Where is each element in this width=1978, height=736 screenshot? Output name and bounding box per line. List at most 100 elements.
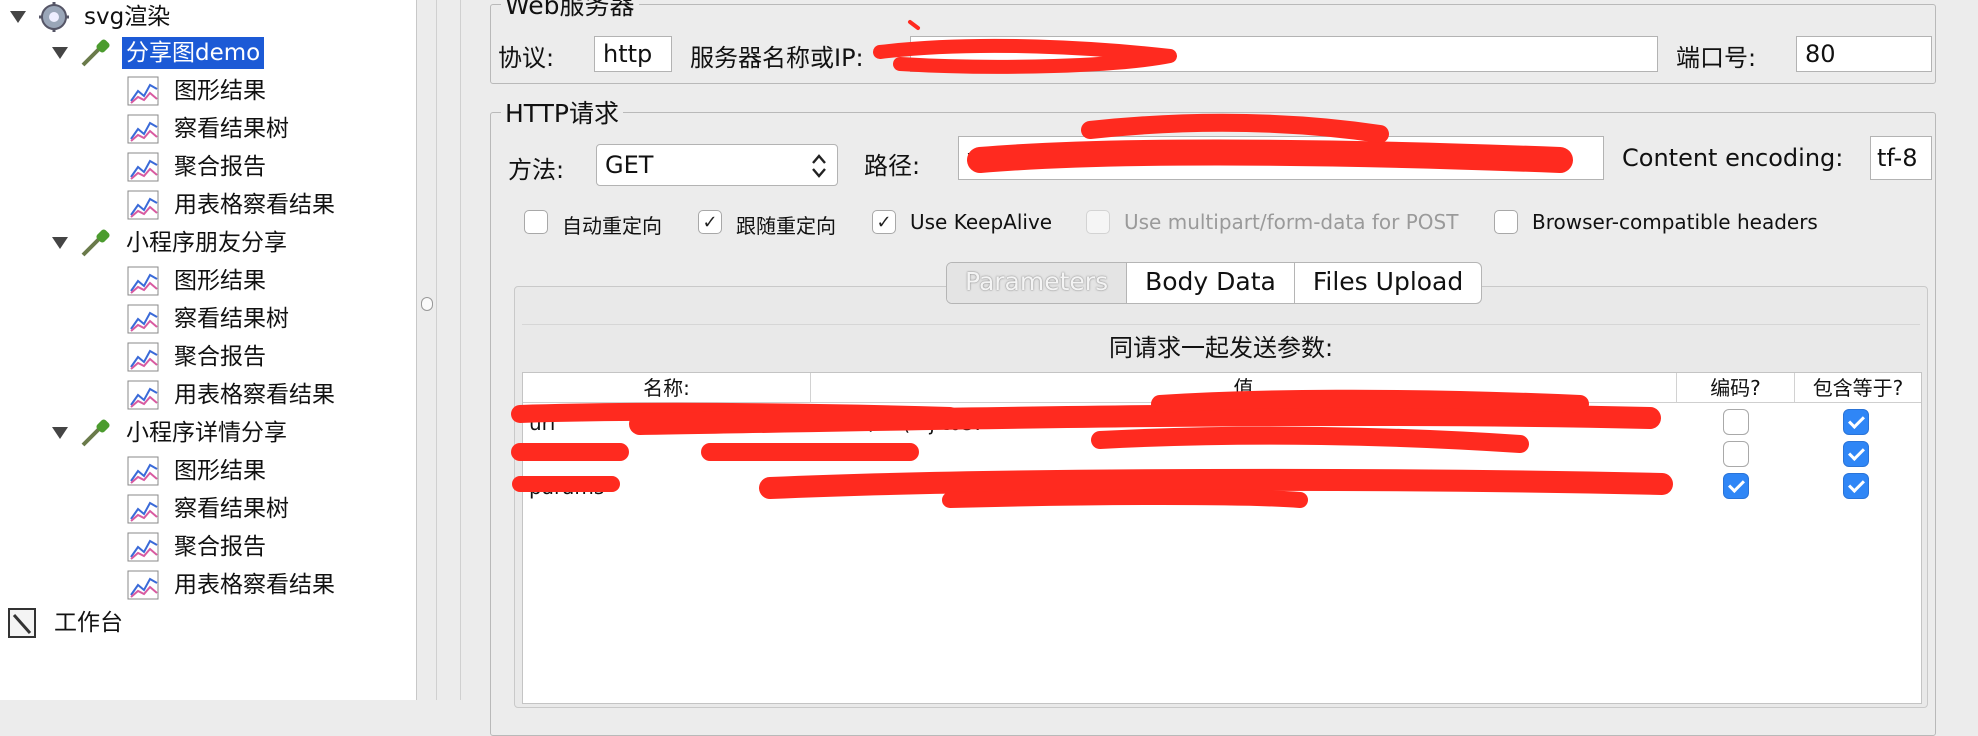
chart-icon (127, 532, 159, 562)
panel-border (460, 0, 461, 700)
chart-icon (127, 190, 159, 220)
split-handle-icon[interactable] (421, 297, 433, 311)
multipart-label: Use multipart/form-data for POST (1124, 210, 1459, 234)
tree-node-label: 用表格察看结果 (174, 192, 335, 218)
tree-node-listener[interactable]: 聚合报告 (126, 530, 270, 564)
workbench-icon (8, 608, 36, 638)
split-divider[interactable] (416, 0, 417, 700)
tree-node-listener[interactable]: 用表格察看结果 (126, 188, 339, 222)
tree-node-label: 用表格察看结果 (174, 382, 335, 408)
gear-icon (39, 2, 69, 32)
tree-node-label: 察看结果树 (174, 116, 289, 142)
tree-node-label: 察看结果树 (174, 306, 289, 332)
tab-files-upload[interactable]: Files Upload (1295, 263, 1481, 303)
content-encoding-label: Content encoding: (1622, 144, 1844, 172)
pipette-icon (81, 39, 110, 67)
follow-redirect-checkbox[interactable]: ✓ (698, 210, 722, 234)
params-table[interactable]: 名称: 值 编码? 包含等于? url b om/m (1 j t05. par… (522, 372, 1922, 704)
include-equals-checkbox[interactable] (1843, 409, 1869, 435)
auto-redirect-checkbox[interactable] (524, 210, 548, 234)
method-select[interactable]: GET (596, 144, 838, 186)
browser-headers-checkbox[interactable] (1494, 210, 1518, 234)
multipart-checkbox (1086, 210, 1110, 234)
protocol-label: 协议: (498, 44, 555, 72)
tree-node-label: 图形结果 (174, 78, 266, 104)
tree-node-label: 聚合报告 (174, 344, 266, 370)
web-server-legend: Web服务器 (505, 0, 635, 20)
tree-node-listener[interactable]: 聚合报告 (126, 150, 270, 184)
tree-node-label: 聚合报告 (174, 154, 266, 180)
tree-node-root[interactable]: svg渲染 (10, 0, 174, 34)
param-name-cell[interactable]: params (529, 475, 799, 499)
encode-checkbox[interactable] (1723, 473, 1749, 499)
col-header-name[interactable]: 名称: (523, 373, 811, 403)
protocol-input[interactable]: http (594, 36, 672, 72)
params-title: 同请求一起发送参数: (522, 324, 1920, 371)
expand-triangle-icon[interactable] (52, 47, 68, 59)
tree-node-label: 小程序朋友分享 (126, 230, 287, 256)
tree-node-workbench[interactable]: 工作台 (6, 606, 127, 640)
expand-triangle-icon[interactable] (52, 427, 68, 439)
tree-node-label: 图形结果 (174, 458, 266, 484)
encode-checkbox[interactable] (1723, 441, 1749, 467)
tree-node-label: 用表格察看结果 (174, 572, 335, 598)
tree-node-label: 聚合报告 (174, 534, 266, 560)
keepalive-label: Use KeepAlive (910, 210, 1053, 234)
panel-border (436, 0, 437, 700)
content-encoding-input[interactable]: tf-8 (1870, 136, 1932, 180)
port-label: 端口号: (1676, 44, 1757, 72)
col-header-include-equals[interactable]: 包含等于? (1795, 373, 1921, 403)
col-header-encode[interactable]: 编码? (1677, 373, 1795, 403)
chart-icon (127, 380, 159, 410)
tree-node-label: svg渲染 (84, 4, 171, 30)
select-stepper-icon (812, 154, 826, 178)
tree-node-thread-group[interactable]: 分享图demo (52, 36, 265, 70)
tree-node-listener[interactable]: 图形结果 (126, 264, 270, 298)
chart-icon (127, 342, 159, 372)
auto-redirect-label: 自动重定向 (562, 214, 662, 238)
param-value-cell[interactable]: 17 d ... (819, 475, 1669, 499)
tree-node-label: 图形结果 (174, 268, 266, 294)
tree-node-label: 工作台 (54, 610, 123, 636)
chart-icon (127, 76, 159, 106)
tab-parameters[interactable]: Parameters (947, 263, 1128, 303)
pipette-icon (81, 419, 110, 447)
port-input[interactable]: 80 (1796, 36, 1932, 72)
tree-node-listener[interactable]: 用表格察看结果 (126, 568, 339, 602)
chart-icon (127, 456, 159, 486)
chart-icon (127, 266, 159, 296)
pipette-icon (81, 229, 110, 257)
tree-node-listener[interactable]: 聚合报告 (126, 340, 270, 374)
chart-icon (127, 570, 159, 600)
param-value-cell[interactable]: b om/m (1 j t05. (819, 411, 1669, 435)
method-value: GET (605, 151, 654, 179)
tree-node-thread-group[interactable]: 小程序详情分享 (52, 416, 291, 450)
chart-icon (127, 152, 159, 182)
col-header-value[interactable]: 值 (811, 373, 1677, 403)
tree-node-thread-group[interactable]: 小程序朋友分享 (52, 226, 291, 260)
keepalive-checkbox[interactable]: ✓ (872, 210, 896, 234)
tree-node-listener[interactable]: 察看结果树 (126, 302, 293, 336)
checkmark-icon: ✓ (876, 211, 892, 233)
param-name-cell[interactable]: url (529, 411, 799, 435)
server-name-input[interactable] (910, 36, 1658, 72)
tab-body-data[interactable]: Body Data (1127, 263, 1295, 303)
expand-triangle-icon[interactable] (10, 11, 26, 23)
http-request-legend: HTTP请求 (505, 99, 619, 128)
chart-icon (127, 304, 159, 334)
browser-headers-label: Browser-compatible headers (1532, 210, 1818, 234)
test-plan-tree[interactable]: svg渲染 分享图demo 图形结果 察看结果树 聚合报告 用表格察看结果 小程… (0, 0, 416, 700)
tree-node-listener[interactable]: 图形结果 (126, 74, 270, 108)
include-equals-checkbox[interactable] (1843, 473, 1869, 499)
expand-triangle-icon[interactable] (52, 237, 68, 249)
tree-node-label: 察看结果树 (174, 496, 289, 522)
path-input[interactable]: v (958, 136, 1604, 180)
encode-checkbox[interactable] (1723, 409, 1749, 435)
include-equals-checkbox[interactable] (1843, 441, 1869, 467)
method-label: 方法: (508, 156, 565, 184)
tree-node-listener[interactable]: 察看结果树 (126, 492, 293, 526)
tree-node-listener[interactable]: 图形结果 (126, 454, 270, 488)
tree-node-listener[interactable]: 用表格察看结果 (126, 378, 339, 412)
tree-node-listener[interactable]: 察看结果树 (126, 112, 293, 146)
checkmark-icon: ✓ (702, 211, 718, 233)
